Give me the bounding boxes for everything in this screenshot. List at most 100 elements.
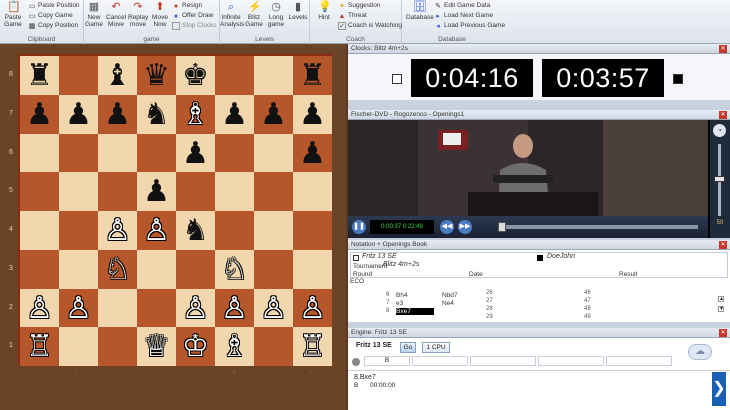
square-e5[interactable] [176,172,215,211]
new-game-button[interactable]: ▦ New Game [84,1,104,28]
piece-a2[interactable]: ♙ [20,289,59,328]
piece-h8[interactable]: ♜ [293,56,332,95]
copy-position-button[interactable]: ▦ Copy Position [28,21,78,31]
copy-game-button[interactable]: ▭ Copy Game [28,11,73,21]
square-f8[interactable] [215,56,254,95]
paste-game-button[interactable]: 📋 Paste Game [2,1,24,28]
close-icon[interactable]: ✕ [719,111,727,119]
black-move[interactable]: Ne4 [442,300,454,307]
blitz-game-button[interactable]: ⚡ Blitz Game [244,1,264,28]
piece-g2[interactable]: ♙ [254,289,293,328]
video-seek-bar[interactable] [498,222,698,232]
suggestion-button[interactable]: ✦ Suggestion [338,1,380,11]
go-button[interactable]: Go [400,342,416,353]
piece-d5[interactable]: ♟ [137,172,176,211]
piece-d7[interactable]: ♞ [137,95,176,134]
hint-button[interactable]: 💡 Hint [314,1,334,21]
square-b3[interactable] [59,249,98,289]
scroll-up-icon[interactable]: ▲ [718,296,724,302]
piece-h1[interactable]: ♖ [293,327,332,366]
square-g6[interactable] [254,133,293,173]
close-icon[interactable]: ✕ [719,45,727,53]
piece-c7[interactable]: ♟ [98,95,137,134]
piece-h2[interactable]: ♙ [293,289,332,328]
square-d6[interactable] [137,133,176,173]
coach-watching-button[interactable]: ✓ Coach is Watching [338,21,402,30]
square-b5[interactable] [59,172,98,211]
offer-draw-button[interactable]: ● Offer Draw [172,11,213,21]
black-player-name[interactable]: DoeJohn [547,253,575,260]
square-b1[interactable] [59,327,98,366]
piece-a8[interactable]: ♜ [20,56,59,95]
white-player-name[interactable]: Fritz 13 SE [362,253,397,260]
close-icon[interactable]: ✕ [719,241,727,249]
fast-forward-icon[interactable]: ▶▶ [458,220,472,234]
settings-icon[interactable]: ◔ [713,124,726,137]
piece-f1[interactable]: ♗ [215,327,254,366]
piece-e7[interactable]: ♗ [176,95,215,134]
square-g4[interactable] [254,211,293,250]
chess-board[interactable]: ♜ ♝ ♛ ♚ ♜ ♟ ♟ ♟ ♞ ♗ ♟ ♟ ♟ ♟ ♟ ♟ ♙ ♙ ♞ ♘ ♘ ♙ ♙ ♙ ♙ ♙ ♙ ♖ ♕ ♔ ♗ ♖ [18,54,332,366]
square-d2[interactable] [137,288,176,328]
edit-game-data-button[interactable]: ✎ Edit Game Data [434,1,490,11]
square-e3[interactable] [176,249,215,289]
resign-button[interactable]: ● Resign [172,1,202,11]
square-c1[interactable] [98,327,137,366]
square-d3[interactable] [137,249,176,289]
piece-d8[interactable]: ♛ [137,56,176,95]
pause-icon[interactable]: ❚❚ [352,220,366,234]
black-move[interactable]: Nbd7 [442,292,458,299]
piece-f3[interactable]: ♘ [215,250,254,289]
move-now-button[interactable]: ⬆ Move Now [150,1,170,28]
white-move[interactable]: Bh4 [396,292,434,299]
video-frame[interactable] [348,120,708,216]
piece-e2[interactable]: ♙ [176,289,215,328]
square-a5[interactable] [20,172,59,211]
piece-d1[interactable]: ♕ [137,327,176,366]
stop-clocks-button[interactable]: Stop Clocks [172,21,217,30]
piece-g7[interactable]: ♟ [254,95,293,134]
piece-f7[interactable]: ♟ [215,95,254,134]
load-next-game-button[interactable]: ▸ Load Next Game [434,11,493,21]
square-b4[interactable] [59,211,98,250]
piece-e8[interactable]: ♚ [176,56,215,95]
expand-arrow-icon[interactable]: ❯ [712,372,726,406]
square-h3[interactable] [293,249,332,289]
levels-button[interactable]: ▮ Levels [288,1,308,21]
square-c5[interactable] [98,172,137,211]
cpu-button[interactable]: 1 CPU [422,342,450,353]
square-g1[interactable] [254,327,293,366]
tournament-value[interactable]: Blitz 4m+2s [383,261,419,268]
piece-b7[interactable]: ♟ [59,95,98,134]
threat-button[interactable]: ▲ Threat [338,11,367,21]
square-h4[interactable] [293,211,332,250]
piece-b2[interactable]: ♙ [59,289,98,328]
rewind-icon[interactable]: ◀◀ [440,220,454,234]
long-game-button[interactable]: ◷ Long game [266,1,286,28]
database-button[interactable]: 🗄 Database [406,1,434,21]
square-g8[interactable] [254,56,293,95]
piece-c8[interactable]: ♝ [98,56,137,95]
piece-f2[interactable]: ♙ [215,289,254,328]
piece-h7[interactable]: ♟ [293,95,332,134]
square-h5[interactable] [293,172,332,211]
piece-h6[interactable]: ♟ [293,134,332,173]
piece-e1[interactable]: ♔ [176,327,215,366]
square-b6[interactable] [59,133,98,173]
piece-a7[interactable]: ♟ [20,95,59,134]
cloud-icon[interactable]: ☁ [688,344,712,360]
square-f5[interactable] [215,172,254,211]
scroll-down-icon[interactable]: ▼ [718,306,724,312]
white-move[interactable]: e3 [396,300,434,307]
volume-handle[interactable] [714,176,725,182]
piece-e6[interactable]: ♟ [176,134,215,173]
piece-e4[interactable]: ♞ [176,211,215,250]
seek-handle[interactable] [498,222,506,232]
replay-move-button[interactable]: ↷ Replay move [128,1,148,28]
piece-d4[interactable]: ♙ [137,211,176,250]
square-g5[interactable] [254,172,293,211]
close-icon[interactable]: ✕ [719,329,727,337]
square-g3[interactable] [254,249,293,289]
square-c2[interactable] [98,288,137,328]
square-c6[interactable] [98,133,137,173]
